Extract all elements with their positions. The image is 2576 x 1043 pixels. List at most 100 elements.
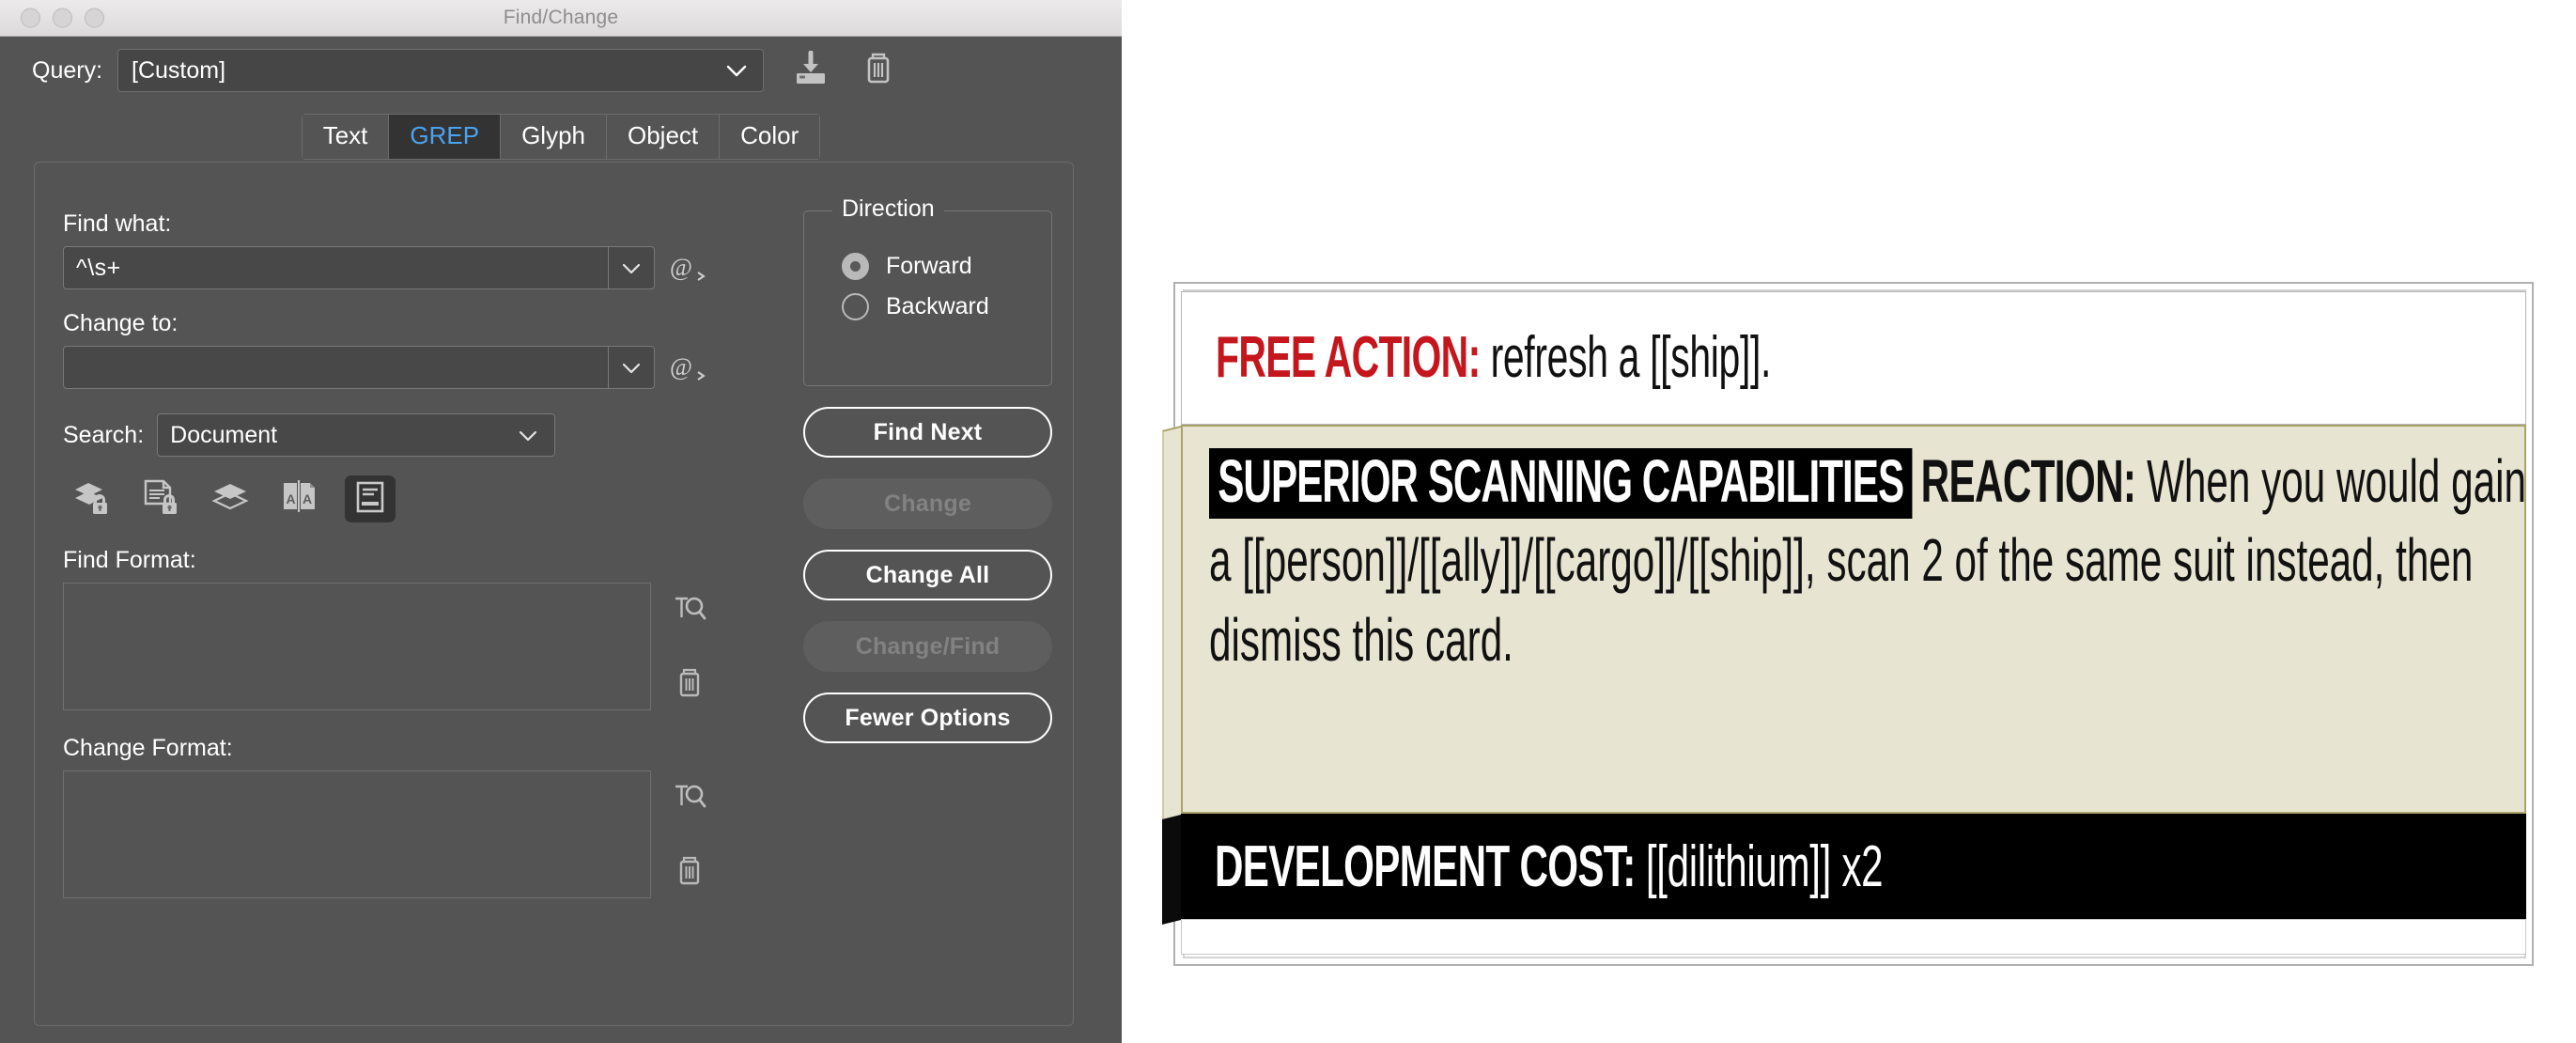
find-change-right-column: Direction Forward Backward Find Next Cha… bbox=[803, 195, 1057, 743]
close-button[interactable] bbox=[21, 8, 40, 28]
free-action-text: refresh a [[ship]]. bbox=[1480, 325, 1772, 390]
specify-attributes-icon bbox=[671, 777, 708, 819]
include-master-pages-icon: A A bbox=[280, 479, 321, 520]
find-change-panel-body: Query: [Custom] Text GREP Glyph Object C… bbox=[0, 37, 1122, 1043]
specify-attributes-icon bbox=[671, 589, 708, 631]
reaction-keyword: REACTION: bbox=[1920, 447, 2136, 515]
trash-icon bbox=[675, 666, 705, 705]
tab-text[interactable]: Text bbox=[302, 115, 390, 160]
svg-text:@: @ bbox=[670, 353, 692, 381]
window-controls[interactable] bbox=[21, 8, 104, 28]
reaction-band: SUPERIOR SCANNING CAPABILITIES REACTION: … bbox=[1181, 425, 2526, 814]
change-to-history-button[interactable] bbox=[608, 347, 654, 388]
find-next-button[interactable]: Find Next bbox=[803, 407, 1052, 458]
svg-text:A: A bbox=[287, 491, 296, 506]
change-to-special-characters-button[interactable]: @ bbox=[666, 346, 711, 389]
minimize-button[interactable] bbox=[53, 8, 72, 28]
find-format-box[interactable] bbox=[63, 583, 651, 710]
change-format-clear-button[interactable] bbox=[668, 851, 711, 895]
change-find-button: Change/Find bbox=[803, 621, 1052, 672]
query-label: Query: bbox=[32, 56, 103, 84]
include-footnotes-icon bbox=[354, 480, 386, 519]
find-format-group: Find Format: bbox=[63, 547, 711, 710]
search-scope-row: Search: Document bbox=[63, 413, 711, 457]
change-format-box[interactable] bbox=[63, 771, 651, 898]
direction-option-forward[interactable]: Forward bbox=[842, 253, 1051, 280]
card-shell: FREE ACTION: refresh a [[ship]]. SUPERIO… bbox=[1155, 282, 2534, 977]
reaction-body: SUPERIOR SCANNING CAPABILITIES REACTION: … bbox=[1209, 442, 2549, 679]
zoom-button[interactable] bbox=[85, 8, 104, 28]
include-hidden-layers-button[interactable] bbox=[206, 475, 256, 522]
window-titlebar[interactable]: Find/Change bbox=[0, 0, 1122, 37]
radio-backward[interactable] bbox=[842, 293, 869, 320]
free-action-line: FREE ACTION: refresh a [[ship]]. bbox=[1216, 329, 1771, 387]
tab-grep[interactable]: GREP bbox=[389, 115, 502, 160]
find-what-label: Find what: bbox=[63, 210, 172, 237]
include-hidden-layers-icon bbox=[210, 481, 252, 518]
find-what-row: ^\s+ @ bbox=[63, 246, 711, 289]
change-format-actions bbox=[668, 771, 711, 898]
change-to-input[interactable] bbox=[63, 346, 656, 389]
direction-option-backward[interactable]: Backward bbox=[842, 293, 1051, 320]
find-what-input[interactable]: ^\s+ bbox=[63, 246, 656, 289]
development-cost-value: [[dilithium]] x2 bbox=[1635, 833, 1884, 899]
development-cost-line: DEVELOPMENT COST: [[dilithium]] x2 bbox=[1215, 833, 1884, 900]
fewer-options-button[interactable]: Fewer Options bbox=[803, 693, 1052, 743]
include-master-pages-button[interactable]: A A bbox=[275, 475, 326, 522]
query-select[interactable]: [Custom] bbox=[117, 49, 765, 92]
include-locked-layers-icon bbox=[71, 479, 113, 520]
tab-object[interactable]: Object bbox=[607, 115, 721, 160]
save-query-icon bbox=[792, 50, 830, 91]
find-mode-tabbar: Text GREP Glyph Object Color bbox=[0, 114, 1122, 161]
change-format-group: Change Format: bbox=[63, 735, 711, 898]
ability-name-badge: SUPERIOR SCANNING CAPABILITIES bbox=[1209, 448, 1913, 520]
direction-forward-label: Forward bbox=[886, 253, 972, 279]
document-canvas: FREE ACTION: refresh a [[ship]]. SUPERIO… bbox=[1122, 0, 2576, 1043]
save-query-button[interactable] bbox=[790, 50, 831, 91]
tab-glyph[interactable]: Glyph bbox=[501, 115, 607, 160]
find-format-clear-button[interactable] bbox=[668, 663, 711, 707]
tab-color[interactable]: Color bbox=[720, 115, 820, 160]
search-scope-value: Document bbox=[170, 421, 278, 448]
trash-icon bbox=[675, 854, 705, 893]
chevron-down-icon bbox=[725, 63, 748, 78]
change-to-label: Change to: bbox=[63, 310, 178, 336]
include-locked-layers-button[interactable] bbox=[67, 475, 117, 522]
find-what-value: ^\s+ bbox=[76, 254, 121, 281]
change-all-button[interactable]: Change All bbox=[803, 550, 1052, 600]
development-cost-keyword: DEVELOPMENT COST: bbox=[1215, 833, 1636, 899]
card-bottom-band bbox=[1181, 919, 2526, 955]
development-cost-band: DEVELOPMENT COST: [[dilithium]] x2 bbox=[1181, 814, 2526, 919]
window-title: Find/Change bbox=[503, 7, 619, 28]
change-format-label: Change Format: bbox=[63, 735, 233, 761]
scope-toggle-row: A A bbox=[67, 475, 711, 522]
radio-forward[interactable] bbox=[842, 253, 869, 280]
chevron-down-icon bbox=[517, 428, 539, 443]
delete-query-button[interactable] bbox=[858, 50, 899, 91]
find-format-specify-button[interactable] bbox=[668, 588, 711, 631]
direction-backward-label: Backward bbox=[886, 293, 989, 319]
query-select-value: [Custom] bbox=[132, 56, 226, 84]
include-footnotes-button[interactable] bbox=[345, 475, 396, 522]
find-what-history-button[interactable] bbox=[608, 247, 654, 288]
tab-group: Text GREP Glyph Object Color bbox=[301, 114, 821, 161]
change-format-specify-button[interactable] bbox=[668, 776, 711, 819]
change-to-row: @ bbox=[63, 346, 711, 389]
include-locked-stories-button[interactable] bbox=[136, 475, 187, 522]
svg-text:@: @ bbox=[670, 254, 692, 281]
cost-band-edge bbox=[1162, 814, 1183, 925]
search-scope-select[interactable]: Document bbox=[157, 413, 556, 457]
include-locked-stories-icon bbox=[141, 479, 182, 520]
find-change-left-column: Find what: ^\s+ @ Change to: @ Search: D… bbox=[63, 210, 711, 898]
direction-fieldset: Direction Forward Backward bbox=[803, 195, 1052, 386]
query-row: Query: [Custom] bbox=[0, 37, 1122, 104]
change-button: Change bbox=[803, 478, 1052, 529]
find-format-label: Find Format: bbox=[63, 547, 196, 573]
find-format-actions bbox=[668, 583, 711, 710]
free-action-keyword: FREE ACTION: bbox=[1216, 325, 1481, 390]
free-action-band: FREE ACTION: refresh a [[ship]]. bbox=[1181, 291, 2526, 425]
find-change-window: Find/Change Query: [Custom] Text GREP Gl… bbox=[0, 0, 1122, 1043]
direction-legend: Direction bbox=[832, 195, 944, 223]
trash-icon bbox=[861, 51, 895, 91]
find-what-special-characters-button[interactable]: @ bbox=[666, 246, 711, 289]
